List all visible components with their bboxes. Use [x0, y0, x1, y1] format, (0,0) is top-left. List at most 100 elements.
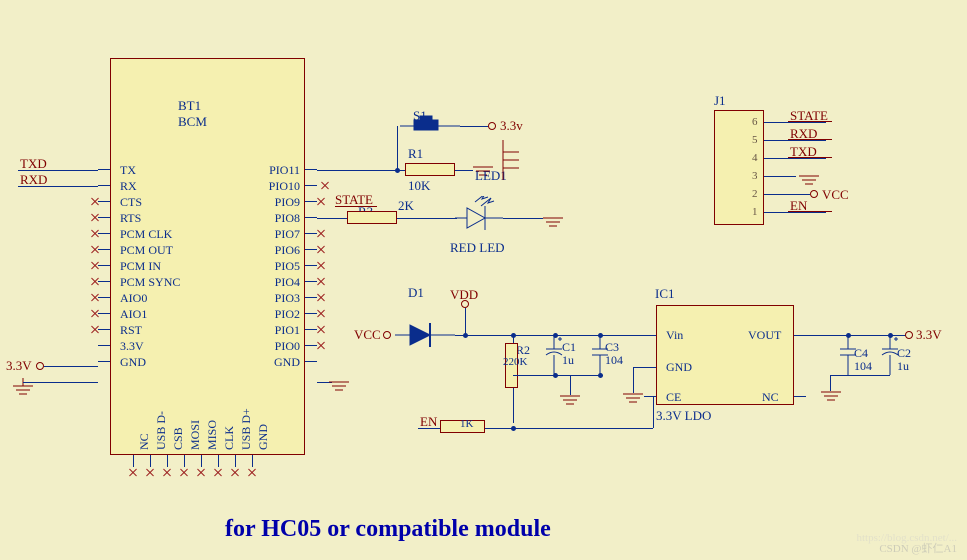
gnd-out: [818, 388, 844, 410]
gnd-redled: [540, 208, 570, 232]
bt1-left-10: RST: [120, 323, 142, 338]
bt1-name: BCM: [178, 114, 207, 130]
bt1-right-3: PIO8: [250, 211, 300, 226]
net-3v3-out: 3.3V: [916, 327, 942, 343]
bt1-left-8: AIO0: [120, 291, 147, 306]
nc-bottom-3: [179, 468, 189, 478]
nc-left-4: [90, 229, 100, 239]
r2-val: 220K: [503, 356, 527, 368]
net-vcc: VCC: [354, 327, 381, 343]
nc-right-8: [316, 293, 326, 303]
nc-bottom-5: [213, 468, 223, 478]
nc-bottom-0: [128, 468, 138, 478]
nc-pio10: [320, 181, 330, 191]
ic1-ref: IC1: [655, 286, 675, 302]
nc-right-9: [316, 309, 326, 319]
nc-bottom-4: [196, 468, 206, 478]
bt1-bottom-2: CSB: [171, 427, 186, 450]
bt1-left-11: 3.3V: [120, 339, 144, 354]
nc-left-7: [90, 277, 100, 287]
s1-symbol: [400, 114, 460, 132]
bt1-right-9: PIO2: [250, 307, 300, 322]
ic1-name: 3.3V LDO: [656, 408, 711, 424]
j1-pinnum-5: 5: [752, 134, 758, 146]
j1-ref: J1: [714, 93, 726, 109]
ic1-gnd: GND: [666, 360, 692, 375]
j1-pinnum-2: 2: [752, 188, 758, 200]
c1-symbol: [544, 335, 564, 375]
ic1-vin: Vin: [666, 328, 683, 343]
bt1-right-2: PIO9: [250, 195, 300, 210]
ic1-nc: NC: [762, 390, 779, 405]
bt1-left-4: PCM CLK: [120, 227, 172, 242]
red-led-symbol: [455, 196, 515, 236]
bt1-left-6: PCM IN: [120, 259, 161, 274]
bt1-bottom-6: USB D+: [239, 408, 254, 450]
nc-right-4: [316, 229, 326, 239]
bt1-left-3: RTS: [120, 211, 141, 226]
bt1-ref: BT1: [178, 98, 201, 114]
gnd-caps: [557, 392, 583, 414]
nc-right-10: [316, 325, 326, 335]
port-3v3v-s1: [488, 122, 496, 130]
bt1-right-10: PIO1: [250, 323, 300, 338]
nc-bottom-7: [247, 468, 257, 478]
nc-left-10: [90, 325, 100, 335]
nc-right-11: [316, 341, 326, 351]
d1-symbol: [395, 320, 455, 350]
r1-body: [405, 163, 455, 176]
j1-label-4: VCC: [822, 187, 849, 203]
gnd-j1: [796, 168, 822, 190]
nc-left-3: [90, 213, 100, 223]
j1-pinnum-1: 1: [752, 206, 758, 218]
c4-symbol: [838, 335, 858, 375]
bt1-right-12: GND: [250, 355, 300, 370]
page-title: for HC05 or compatible module: [225, 516, 551, 543]
nc-bottom-2: [162, 468, 172, 478]
bt1-right-11: PIO0: [250, 339, 300, 354]
bt1-right-5: PIO6: [250, 243, 300, 258]
bt1-bottom-0: NC: [137, 433, 152, 450]
port-3v3-left: [36, 362, 44, 370]
gnd-ic1: [620, 390, 646, 412]
bt1-left-1: RX: [120, 179, 137, 194]
port-j1-vcc: [810, 190, 818, 198]
nc-bottom-6: [230, 468, 240, 478]
j1-pinnum-4: 4: [752, 152, 758, 164]
net-3v3-left: 3.3V: [6, 358, 32, 374]
bt1-left-7: PCM SYNC: [120, 275, 180, 290]
bt1-right-1: PIO10: [250, 179, 300, 194]
ic1-ce: CE: [666, 390, 681, 405]
bt1-bottom-1: USB D-: [154, 411, 169, 450]
nc-right-7: [316, 277, 326, 287]
nc-left-2: [90, 197, 100, 207]
r3-body: [347, 211, 397, 224]
bt1-bottom-5: CLK: [222, 426, 237, 450]
led1-symbol: [497, 140, 527, 180]
nc-left-6: [90, 261, 100, 271]
bt1-right-7: PIO4: [250, 275, 300, 290]
r3-val: 2K: [398, 198, 414, 214]
bt1-right-4: PIO7: [250, 227, 300, 242]
bt1-right-6: PIO5: [250, 259, 300, 274]
gnd-bt1-right: [326, 378, 352, 400]
nc-bottom-1: [145, 468, 155, 478]
bt1-left-2: CTS: [120, 195, 142, 210]
j1-pinnum-6: 6: [752, 116, 758, 128]
watermark: CSDN @虾仁A1: [879, 540, 957, 556]
bt1-bottom-4: MISO: [205, 420, 220, 450]
nc-left-8: [90, 293, 100, 303]
nc-right-5: [316, 245, 326, 255]
r1-ref: R1: [408, 146, 423, 162]
bt1-left-5: PCM OUT: [120, 243, 173, 258]
c3-symbol: [590, 335, 610, 375]
nc-left-5: [90, 245, 100, 255]
bt1-right-8: PIO3: [250, 291, 300, 306]
net-vdd: VDD: [450, 287, 478, 303]
net-3v3v: 3.3v: [500, 118, 523, 134]
bt1-right-0: PIO11: [250, 163, 300, 178]
nc-right-6: [316, 261, 326, 271]
ic1-vout: VOUT: [748, 328, 781, 343]
redled-name: RED LED: [450, 240, 505, 256]
c2-symbol: [880, 335, 900, 375]
